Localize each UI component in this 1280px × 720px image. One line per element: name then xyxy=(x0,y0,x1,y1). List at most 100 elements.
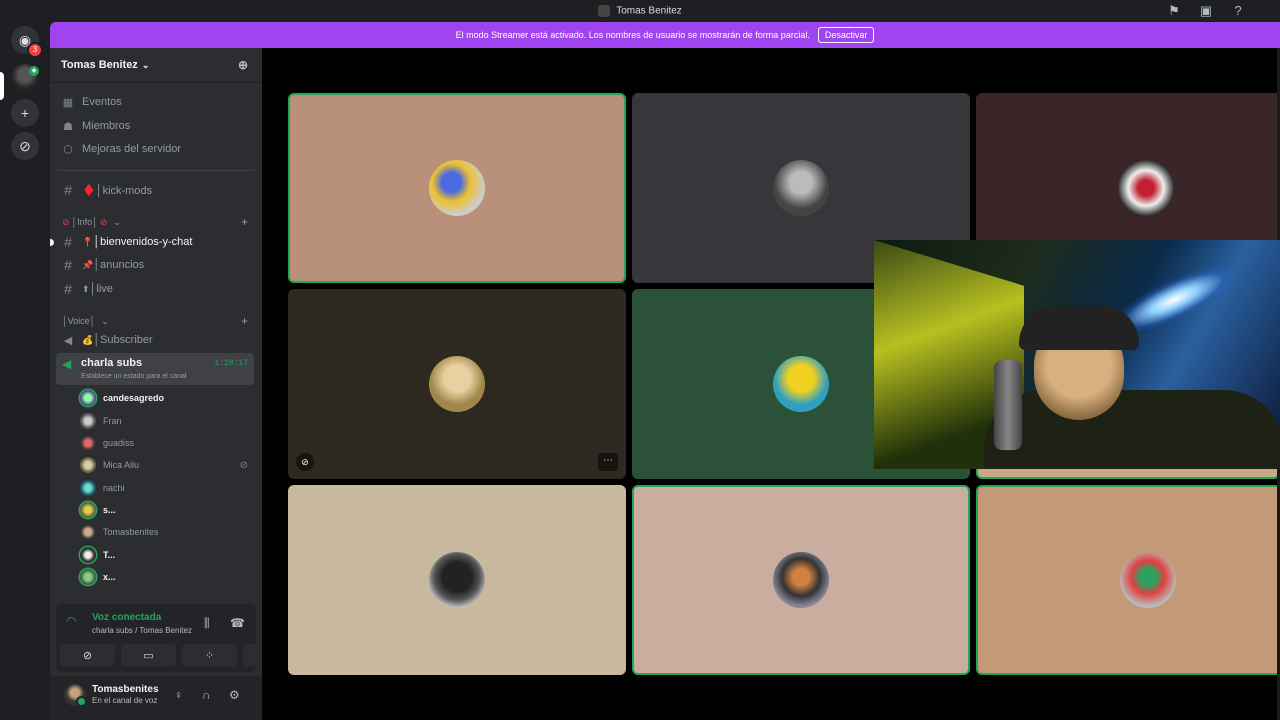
nav-boosts[interactable]: ⬡ Mejoras del servidor xyxy=(58,138,254,160)
nav-events-label: Eventos xyxy=(82,96,122,108)
settings-gear-icon[interactable]: ⚙ xyxy=(229,688,240,702)
channel-anuncios[interactable]: # 📌 │anuncios xyxy=(58,254,254,276)
invite-icon[interactable]: ⊕ xyxy=(238,58,248,72)
nav-members[interactable]: ☗ Miembros xyxy=(58,115,254,137)
avatar xyxy=(80,390,96,406)
voice-timer: 1:28:17 xyxy=(214,359,248,368)
channel-kick-mods[interactable]: # ♦️│kick-mods xyxy=(58,179,254,201)
member-name: nachi xyxy=(103,483,125,493)
member-name: Tomasbenites xyxy=(103,527,159,537)
avatar xyxy=(80,413,96,429)
title-bar: Tomas Benitez ⚑ ▣ ? xyxy=(0,0,1280,22)
voice-member[interactable]: s... xyxy=(80,501,254,519)
muted-icon: ⊘ xyxy=(239,459,248,471)
channel-label: │live xyxy=(89,283,113,295)
server-name: Tomas Benitez xyxy=(61,59,138,71)
no-entry-icon: ⊘ xyxy=(99,216,108,227)
voice-member[interactable]: Mica Ailu ⊘ xyxy=(80,456,254,474)
participant-avatar xyxy=(429,160,485,216)
member-name: s... xyxy=(103,505,116,515)
category-voice-label: │Voice│ xyxy=(62,316,96,326)
voice-active-icon: ◆ xyxy=(29,66,39,76)
title-bar-icons: ⚑ ▣ ? xyxy=(1166,3,1246,19)
participant-avatar xyxy=(773,160,829,216)
participant-tile[interactable] xyxy=(976,485,1280,675)
participant-tile[interactable] xyxy=(288,485,626,675)
voice-member[interactable]: Tomasbenites xyxy=(80,523,254,541)
microphone-icon[interactable]: ♀ xyxy=(174,688,183,702)
explore-button[interactable]: ⊘ xyxy=(11,132,39,160)
avatar xyxy=(80,502,96,518)
voice-connected-panel: ◠ Voz conectada charla subs / Tomas Beni… xyxy=(56,604,298,672)
selected-server-indicator xyxy=(0,72,4,100)
server-header[interactable]: Tomas Benitez ⌄ ⊕ xyxy=(50,48,262,83)
user-status: En el canal de voz xyxy=(92,696,158,705)
member-name: candesagredo xyxy=(103,393,165,403)
participant-tile[interactable] xyxy=(632,485,970,675)
user-name[interactable]: Tomasbenites xyxy=(92,684,159,695)
member-name: guadiss xyxy=(103,438,135,448)
voice-member[interactable]: guadiss xyxy=(80,434,254,452)
channel-label: ♦️│kick-mods xyxy=(82,184,153,197)
streamer-webcam-image xyxy=(984,280,1280,469)
channel-sidebar: Tomas Benitez ⌄ ⊕ ▦ Eventos ☗ Miembros ⬡… xyxy=(50,48,298,720)
participant-avatar xyxy=(773,552,829,608)
category-info[interactable]: ⊘ │Info│ ⊘ ⌄ + xyxy=(62,215,254,229)
camera-off-button[interactable]: ⊘ xyxy=(60,644,115,666)
voice-member[interactable]: Fran xyxy=(80,412,254,430)
participant-tile[interactable] xyxy=(288,93,626,283)
activities-icon: ⁘ xyxy=(204,649,215,662)
create-channel-icon[interactable]: + xyxy=(241,314,248,328)
headphones-icon[interactable]: ∩ xyxy=(202,688,211,702)
nav-events[interactable]: ▦ Eventos xyxy=(58,91,254,113)
avatar xyxy=(80,524,96,540)
window-title-wrap: Tomas Benitez xyxy=(0,5,1280,17)
disconnect-icon[interactable]: ☎ xyxy=(230,616,245,630)
window-title: Tomas Benitez xyxy=(616,5,682,17)
discord-home-button[interactable]: ◉ 3 xyxy=(11,26,43,58)
speaker-icon: ◀ xyxy=(63,334,73,347)
create-channel-icon[interactable]: + xyxy=(241,215,248,229)
participant-tile[interactable]: ⊘ ⋯ xyxy=(288,289,626,479)
pin-emoji: 📍 xyxy=(82,236,94,247)
flag-icon[interactable]: ⚑ xyxy=(1166,3,1182,19)
share-screen-button[interactable]: ▭ xyxy=(121,644,176,666)
user-avatar[interactable] xyxy=(64,684,87,707)
voice-member[interactable]: x... xyxy=(80,568,254,586)
more-options-icon[interactable]: ⋯ xyxy=(598,453,618,471)
hash-icon: # xyxy=(64,182,72,198)
camera-off-icon: ⊘ xyxy=(296,453,314,471)
camera-off-icon: ⊘ xyxy=(82,649,93,662)
channel-status[interactable]: Establece un estado para el canal xyxy=(81,373,186,380)
voice-member[interactable]: candesagredo xyxy=(80,389,254,407)
channel-bienvenidos-y-chat[interactable]: # 📍 │bienvenidos-y-chat xyxy=(50,231,254,253)
nav-boosts-label: Mejoras del servidor xyxy=(82,143,182,155)
channel-live[interactable]: # ⬆ │live xyxy=(58,278,254,300)
voice-channel-name: charla subs xyxy=(81,357,143,369)
channel-label: │anuncios xyxy=(93,259,145,271)
activities-button[interactable]: ⁘ xyxy=(182,644,237,666)
divider xyxy=(58,170,254,171)
voice-connected-title[interactable]: Voz conectada xyxy=(92,612,161,623)
chevron-down-icon: ⌄ xyxy=(113,216,121,227)
moneybag-emoji: 💰 xyxy=(82,334,94,345)
arrow-emoji: ⬆ xyxy=(82,283,90,294)
voice-member[interactable]: nachi xyxy=(80,479,254,497)
signal-icon[interactable]: ◠ xyxy=(66,614,76,628)
compass-icon: ⊘ xyxy=(19,137,31,154)
channel-label: │Subscriber xyxy=(93,334,153,346)
voice-member[interactable]: T... xyxy=(80,546,254,564)
inbox-icon[interactable]: ▣ xyxy=(1198,3,1214,19)
deactivate-button[interactable]: Desactivar xyxy=(817,27,875,43)
avatar xyxy=(80,435,96,451)
voice-channel-charla-subs[interactable]: ◀ charla subs 1:28:17 Establece un estad… xyxy=(56,353,254,385)
voice-channel-subscriber[interactable]: ◀ 💰 │Subscriber xyxy=(58,329,254,351)
category-voice[interactable]: │Voice│ ⌄ + xyxy=(62,314,254,328)
voice-connected-subtitle[interactable]: charla subs / Tomas Benitez xyxy=(92,626,192,635)
user-panel: Tomasbenites En el canal de voz ♀ ∩ ⚙ xyxy=(50,676,262,720)
screen-share-icon: ▭ xyxy=(143,649,154,662)
help-icon[interactable]: ? xyxy=(1230,3,1246,19)
noise-suppression-icon[interactable]: ⫼ xyxy=(204,616,210,631)
add-server-button[interactable]: + xyxy=(11,99,39,127)
plus-icon: + xyxy=(20,105,30,121)
